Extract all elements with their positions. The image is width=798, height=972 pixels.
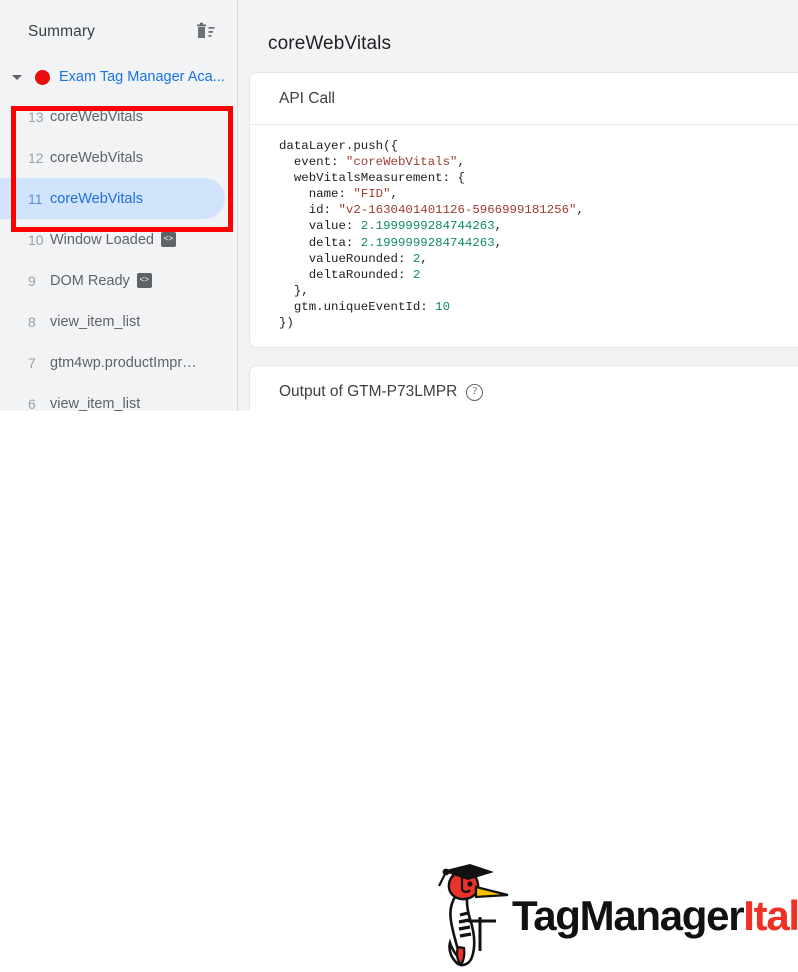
list-item[interactable]: 6 view_item_list <box>0 383 237 412</box>
code-line: event: "coreWebVitals", <box>279 155 465 170</box>
event-index: 7 <box>28 354 36 371</box>
list-item[interactable]: 10 Window Loaded <> <box>0 219 237 260</box>
chevron-down-icon[interactable] <box>8 68 26 86</box>
status-badge <box>35 69 50 85</box>
event-index: 9 <box>28 272 36 289</box>
list-item[interactable]: 8 view_item_list <box>0 301 237 342</box>
code-line: deltaRounded: 2 <box>279 267 421 282</box>
code-snippet-icon: <> <box>136 273 152 288</box>
code-line: }) <box>279 316 294 331</box>
api-call-card: API Call dataLayer.push({ event: "coreWe… <box>249 72 798 349</box>
page-title: Summary <box>28 22 96 40</box>
event-index: 10 <box>28 231 44 248</box>
output-heading-row: Output of GTM-P73LMPR ? <box>250 366 798 411</box>
event-name: coreWebVitals <box>50 190 143 207</box>
logo-wordmark-red: Italia <box>743 891 798 939</box>
event-index: 8 <box>28 313 36 330</box>
logo-band: TagManagerItalia <box>0 411 798 967</box>
sidebar: Summary Exam Tag Manager Aca... 13 coreWe… <box>0 0 238 411</box>
event-name: Window Loaded <box>50 231 154 248</box>
main-panel: coreWebVitals API Call dataLayer.push({ … <box>238 0 798 411</box>
event-index: 11 <box>28 190 43 207</box>
code-line: }, <box>279 283 309 298</box>
event-name: coreWebVitals <box>50 108 143 125</box>
event-name: view_item_list <box>50 395 141 412</box>
event-pill[interactable]: 6 view_item_list <box>0 383 225 412</box>
event-pill[interactable]: 8 view_item_list <box>0 301 225 342</box>
output-card: Output of GTM-P73LMPR ? <box>249 365 798 411</box>
code-line: value: 2.1999999284744263, <box>279 219 503 234</box>
container-name[interactable]: Exam Tag Manager Aca... <box>59 69 225 85</box>
gtm-preview-window: Summary Exam Tag Manager Aca... 13 coreWe… <box>0 0 798 411</box>
tagmanageritalia-logo: TagManagerItalia <box>424 859 798 972</box>
event-pill[interactable]: 10 Window Loaded <> <box>0 219 225 260</box>
list-item[interactable]: 11 coreWebVitals <box>0 178 237 219</box>
event-pill[interactable]: 13 coreWebVitals <box>0 96 225 137</box>
event-pill[interactable]: 12 coreWebVitals <box>0 137 225 178</box>
code-line: webVitalsMeasurement: { <box>279 171 465 186</box>
code-line: gtm.uniqueEventId: 10 <box>279 299 451 314</box>
logo-wordmark-dark: TagManager <box>512 891 745 939</box>
container-row[interactable]: Exam Tag Manager Aca... <box>0 63 237 91</box>
main-title: coreWebVitals <box>268 33 392 54</box>
list-item[interactable]: 7 gtm4wp.productImpres... <box>0 342 237 383</box>
code-line: valueRounded: 2, <box>279 251 428 266</box>
event-list: 13 coreWebVitals 12 coreWebVitals 11 coreWebV… <box>0 96 237 411</box>
event-name: DOM Ready <box>50 272 130 289</box>
list-item[interactable]: 9 DOM Ready <> <box>0 260 237 301</box>
output-heading: Output of GTM-P73LMPR <box>279 383 458 401</box>
woodpecker-graduate-icon <box>424 859 510 972</box>
code-line: delta: 2.1999999284744263, <box>279 235 503 250</box>
event-pill[interactable]: 7 gtm4wp.productImpres... <box>0 342 225 383</box>
code-snippet-icon: <> <box>161 232 176 247</box>
event-pill[interactable]: 9 DOM Ready <> <box>0 260 225 301</box>
code-line: name: "FID", <box>279 187 398 202</box>
logo-wordmark: TagManagerItalia <box>512 891 798 939</box>
event-name: coreWebVitals <box>50 149 143 166</box>
code-line: id: "v2-1630401401126-5966999181256", <box>279 203 584 218</box>
event-pill[interactable]: 11 coreWebVitals <box>0 178 225 219</box>
event-index: 13 <box>28 108 44 125</box>
sidebar-header: Summary <box>0 0 237 63</box>
event-name: view_item_list <box>50 313 141 330</box>
list-item[interactable]: 12 coreWebVitals <box>0 137 237 178</box>
code-line: dataLayer.push({ <box>279 139 398 153</box>
event-name: gtm4wp.productImpres... <box>50 354 202 371</box>
list-item[interactable]: 13 coreWebVitals <box>0 96 237 137</box>
event-index: 12 <box>28 149 44 166</box>
api-call-heading: API Call <box>250 73 798 125</box>
api-call-code: dataLayer.push({ event: "coreWebVitals",… <box>250 125 798 347</box>
event-index: 6 <box>28 395 36 412</box>
question-mark-circle-icon[interactable]: ? <box>466 383 484 401</box>
trash-icon[interactable] <box>195 22 217 42</box>
